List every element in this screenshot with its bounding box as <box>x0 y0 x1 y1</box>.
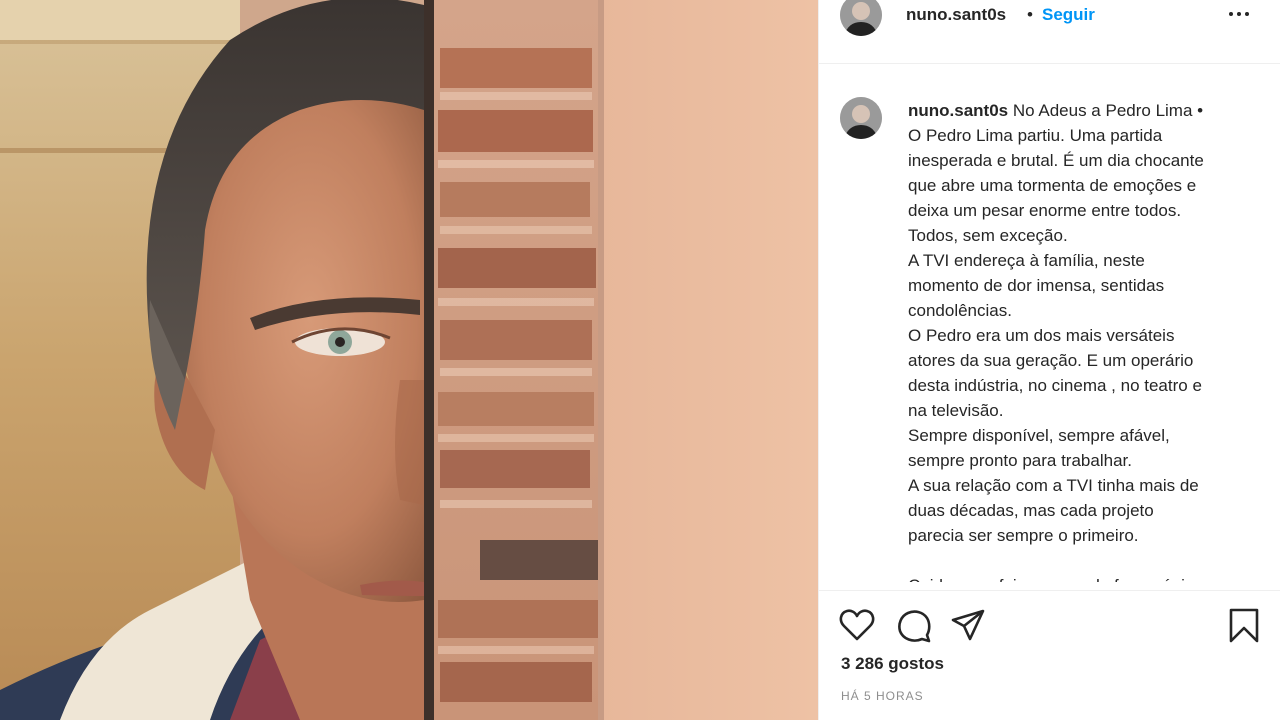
post-header: nuno.sant0s • Seguir <box>819 0 1280 64</box>
caption-line: Todos, sem exceção. <box>908 226 1068 245</box>
like-button[interactable] <box>839 608 875 642</box>
comment-button[interactable] <box>896 608 932 644</box>
post-photo[interactable] <box>0 0 818 720</box>
share-button[interactable] <box>950 608 986 642</box>
comment-bubble-icon <box>898 610 931 643</box>
caption-line: O Pedro era um dos mais versáteis <box>908 326 1175 345</box>
post-photo-image <box>0 0 818 720</box>
caption-line: deixa um pesar enorme entre todos. <box>908 201 1182 220</box>
caption-avatar-image <box>840 97 882 139</box>
more-dot-icon <box>1229 12 1233 16</box>
post-timestamp[interactable]: HÁ 5 HORAS <box>841 689 924 703</box>
caption-line: duas décadas, mas cada projeto <box>908 501 1154 520</box>
caption-line: na televisão. <box>908 401 1004 420</box>
save-button[interactable] <box>1228 608 1260 644</box>
caption-first-line: nuno.sant0s No Adeus a Pedro Lima • <box>908 98 1258 123</box>
caption-scroll-area[interactable]: nuno.sant0s No Adeus a Pedro Lima • O Pe… <box>819 64 1280 582</box>
caption-line: Sempre disponível, sempre afável, <box>908 426 1170 445</box>
heart-icon <box>839 609 875 641</box>
caption-line: O Pedro Lima partiu. Uma partida <box>908 126 1163 145</box>
header-username[interactable]: nuno.sant0s <box>906 5 1006 25</box>
caption-line: momento de dor imensa, sentidas <box>908 276 1165 295</box>
more-options-button[interactable] <box>1221 0 1261 30</box>
likes-count[interactable]: 3 286 gostos <box>841 654 944 674</box>
caption-line <box>908 548 1258 573</box>
caption-line: desta indústria, no cinema , no teatro e <box>908 376 1202 395</box>
caption-line: A sua relação com a TVI tinha mais de <box>908 476 1199 495</box>
more-dot-icon <box>1245 12 1249 16</box>
caption-username[interactable]: nuno.sant0s <box>908 101 1008 120</box>
paper-plane-icon <box>951 609 985 641</box>
avatar[interactable] <box>840 0 882 36</box>
caption-text: nuno.sant0s No Adeus a Pedro Lima • O Pe… <box>908 98 1258 582</box>
caption-line: Cuidava e afeiçoava-se de forma única <box>908 573 1258 582</box>
caption-avatar[interactable] <box>840 97 882 139</box>
caption-line: parecia ser sempre o primeiro. <box>908 526 1139 545</box>
caption-line: atores da sua geração. E um operário <box>908 351 1194 370</box>
caption-line: No Adeus a Pedro Lima • <box>1012 101 1204 120</box>
caption-line: inesperada e brutal. É um dia chocante <box>908 151 1204 170</box>
caption-line: condolências. <box>908 301 1012 320</box>
post-actions: 3 286 gostos HÁ 5 HORAS <box>819 590 1280 720</box>
bookmark-icon <box>1229 608 1259 643</box>
more-dot-icon <box>1237 12 1241 16</box>
caption-line: que abre uma tormenta de emoções e <box>908 176 1197 195</box>
header-separator: • <box>1027 5 1033 24</box>
post-side-panel: nuno.sant0s • Seguir nuno.sant0s No Adeu… <box>818 0 1280 720</box>
caption-line: A TVI endereça à família, neste <box>908 251 1145 270</box>
follow-button[interactable]: Seguir <box>1042 5 1095 25</box>
caption-line: sempre pronto para trabalhar. <box>908 451 1132 470</box>
avatar-image <box>840 0 882 36</box>
